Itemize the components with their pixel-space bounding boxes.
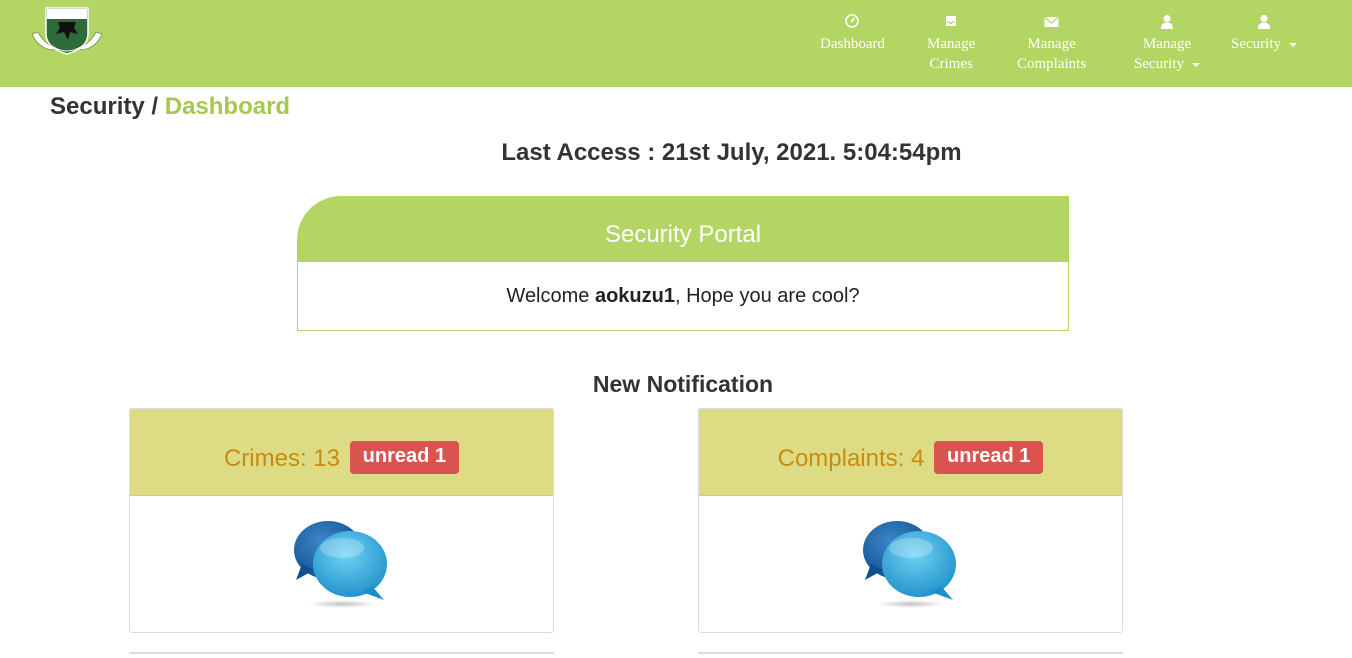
nav-manage-crimes[interactable]: Manage Crimes [927, 14, 975, 74]
next-card-edge [698, 652, 1123, 654]
crimes-count: Crimes: 13 [223, 444, 340, 472]
welcome-prefix: Welcome [506, 285, 595, 307]
nav-dashboard[interactable]: Dashboard [820, 14, 885, 54]
complaints-notification-card[interactable]: Complaints: 4 unread 1 [698, 408, 1123, 633]
unread-badge[interactable]: unread 1 [934, 441, 1044, 474]
unread-badge[interactable]: unread 1 [349, 441, 460, 474]
last-access-text: Last Access : 21st July, 2021. 5:04:54pm [501, 139, 962, 166]
user-icon [1134, 14, 1200, 32]
crimes-notification-card[interactable]: Crimes: 13 unread 1 [129, 408, 554, 633]
complaints-count: Complaints: 4 [777, 444, 925, 472]
nav-security-label: Security [1231, 36, 1281, 52]
card-header: Complaints: 4 unread 1 [699, 409, 1122, 496]
chat-bubbles-icon[interactable] [292, 520, 392, 617]
nav-manage-complaints[interactable]: Manage Complaints [1017, 14, 1086, 74]
security-portal-panel: Security Portal Welcome aokuzu1, Hope yo… [297, 196, 1069, 331]
top-navbar: Dashboard Manage Crimes Manage Complaint… [0, 0, 1352, 87]
nav-manage-complaints-label: Manage Complaints [1017, 36, 1087, 72]
welcome-suffix: , Hope you are cool? [675, 285, 860, 307]
chat-bubbles-icon[interactable] [861, 520, 961, 617]
nav-manage-security-label: Manage Security [1134, 36, 1192, 72]
card-header: Crimes: 13 unread 1 [130, 409, 553, 496]
dashboard-icon [820, 14, 885, 32]
notification-heading: New Notification [592, 371, 774, 397]
welcome-username: aokuzu1 [594, 285, 675, 307]
breadcrumb-current: Dashboard [164, 93, 291, 120]
breadcrumb-parent[interactable]: Security [50, 93, 145, 120]
nav-manage-crimes-label: Manage Crimes [927, 36, 976, 72]
next-card-edge [129, 652, 554, 654]
chevron-down-icon [1192, 62, 1200, 67]
envelope-icon [1017, 14, 1086, 32]
breadcrumb-separator: / [151, 93, 159, 120]
card-body [699, 496, 1122, 632]
user-icon [1231, 14, 1297, 32]
university-crest-logo[interactable] [30, 4, 104, 56]
chevron-down-icon [1289, 42, 1297, 47]
portal-title: Security Portal [297, 196, 1069, 262]
nav-manage-security[interactable]: Manage Security [1134, 14, 1200, 74]
nav-dashboard-label: Dashboard [820, 36, 885, 52]
nav-security-account[interactable]: Security [1231, 14, 1297, 54]
breadcrumb: Security / Dashboard [50, 93, 290, 121]
inbox-icon [927, 14, 975, 32]
welcome-message: Welcome aokuzu1, Hope you are cool? [297, 262, 1069, 331]
card-body [130, 496, 553, 632]
